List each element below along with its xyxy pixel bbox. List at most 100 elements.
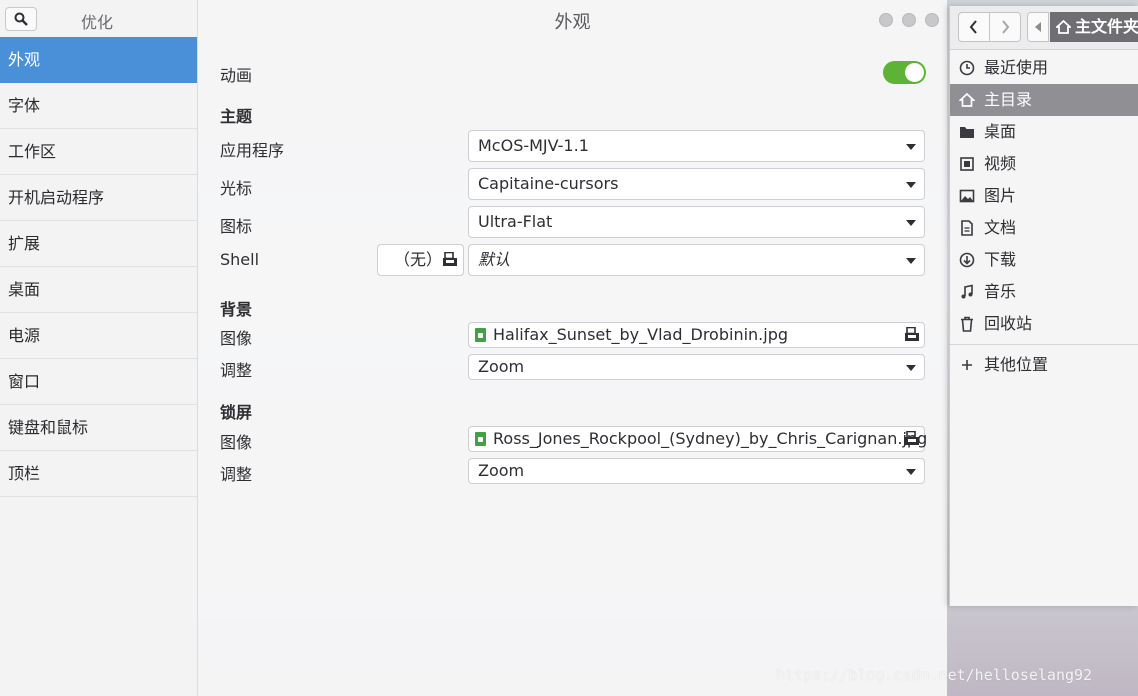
sidebar-item-power[interactable]: 电源 bbox=[0, 313, 197, 359]
place-videos[interactable]: 视频 bbox=[950, 148, 1138, 180]
place-documents[interactable]: 文档 bbox=[950, 212, 1138, 244]
icon-theme-label: 图标 bbox=[220, 217, 253, 236]
lockscreen-image-label: 图像 bbox=[220, 433, 253, 452]
clock-icon bbox=[959, 60, 975, 76]
maximize-button[interactable] bbox=[902, 13, 916, 27]
forward-button[interactable] bbox=[989, 12, 1021, 42]
place-other-locations[interactable]: 其他位置 bbox=[950, 349, 1138, 381]
document-open-icon bbox=[443, 252, 457, 266]
background-heading: 背景 bbox=[220, 300, 253, 319]
place-label: 下载 bbox=[984, 250, 1017, 269]
app-theme-select[interactable]: McOS-MJV-1.1 bbox=[468, 130, 925, 162]
download-icon bbox=[959, 252, 975, 268]
place-label: 音乐 bbox=[984, 282, 1017, 301]
back-button[interactable] bbox=[958, 12, 990, 42]
shell-theme-value: 默认 bbox=[478, 250, 511, 269]
app-theme-label: 应用程序 bbox=[220, 141, 285, 160]
chevron-down-icon bbox=[906, 258, 916, 264]
watermark: https://blog.csdn.net/helloselang92 bbox=[776, 666, 1093, 684]
sidebar-item-fonts[interactable]: 字体 bbox=[0, 83, 197, 129]
background-image-label: 图像 bbox=[220, 329, 253, 348]
sidebar-item-appearance[interactable]: 外观 bbox=[0, 37, 197, 83]
lockscreen-heading: 锁屏 bbox=[220, 403, 253, 422]
background-adjust-select[interactable]: Zoom bbox=[468, 354, 925, 380]
theme-heading: 主题 bbox=[220, 107, 253, 126]
background-adjust-value: Zoom bbox=[478, 357, 525, 376]
background-adjust-label: 调整 bbox=[220, 361, 253, 380]
sidebar-header: 优化 bbox=[0, 0, 197, 37]
place-label: 图片 bbox=[984, 186, 1017, 205]
sidebar-item-startup-apps[interactable]: 开机启动程序 bbox=[0, 175, 197, 221]
search-button[interactable] bbox=[5, 7, 37, 31]
document-open-icon bbox=[905, 431, 919, 445]
film-icon bbox=[960, 157, 974, 171]
path-home-button[interactable]: 主文件夹 bbox=[1050, 12, 1138, 42]
sidebar-item-keyboard-mouse[interactable]: 键盘和鼠标 bbox=[0, 405, 197, 451]
sidebar-item-extensions[interactable]: 扩展 bbox=[0, 221, 197, 267]
sidebar-item-desktop[interactable]: 桌面 bbox=[0, 267, 197, 313]
lockscreen-image-value: Ross_Jones_Rockpool_(Sydney)_by_Chris_Ca… bbox=[493, 429, 928, 448]
place-label: 其他位置 bbox=[984, 355, 1049, 374]
image-file-icon bbox=[475, 328, 486, 342]
path-home-label: 主文件夹 bbox=[1075, 17, 1138, 36]
animation-toggle[interactable] bbox=[883, 61, 926, 84]
chevron-down-icon bbox=[906, 469, 916, 475]
place-pictures[interactable]: 图片 bbox=[950, 180, 1138, 212]
close-button[interactable] bbox=[925, 13, 939, 27]
appearance-panel: 外观 动画 主题 应用程序 McOS-MJV-1.1 光标 Capitaine-… bbox=[198, 0, 947, 696]
background-image-value: Halifax_Sunset_by_Vlad_Drobinin.jpg bbox=[493, 325, 789, 344]
sidebar-item-top-bar[interactable]: 顶栏 bbox=[0, 451, 197, 497]
place-music[interactable]: 音乐 bbox=[950, 276, 1138, 308]
sidebar-item-windows[interactable]: 窗口 bbox=[0, 359, 197, 405]
sidebar-item-workspaces[interactable]: 工作区 bbox=[0, 129, 197, 175]
shell-theme-file-button[interactable]: （无） bbox=[377, 244, 464, 276]
lockscreen-image-button[interactable]: Ross_Jones_Rockpool_(Sydney)_by_Chris_Ca… bbox=[468, 426, 928, 452]
shell-none-label: （无） bbox=[394, 250, 443, 269]
window-controls bbox=[879, 13, 939, 27]
chevron-down-icon bbox=[906, 144, 916, 150]
place-trash[interactable]: 回收站 bbox=[950, 308, 1138, 340]
tweaks-window: 优化 外观 字体 工作区 开机启动程序 扩展 桌面 电源 窗口 键盘和鼠标 顶栏… bbox=[0, 0, 947, 696]
chevron-left-icon bbox=[969, 20, 977, 34]
cursor-theme-label: 光标 bbox=[220, 179, 253, 198]
background-image-button[interactable]: Halifax_Sunset_by_Vlad_Drobinin.jpg bbox=[468, 322, 925, 348]
document-open-icon bbox=[905, 327, 919, 341]
window-title: 外观 bbox=[554, 12, 591, 33]
icon-theme-value: Ultra-Flat bbox=[478, 212, 553, 231]
place-label: 视频 bbox=[984, 154, 1017, 173]
toggle-knob bbox=[905, 63, 924, 82]
minimize-button[interactable] bbox=[879, 13, 893, 27]
place-label: 回收站 bbox=[984, 314, 1033, 333]
cursor-theme-select[interactable]: Capitaine-cursors bbox=[468, 168, 925, 200]
places-sidebar: 最近使用 主目录 桌面 视频 图片 文档 下载 音乐 回收站 其他位置 bbox=[950, 52, 1138, 381]
sidebar: 优化 外观 字体 工作区 开机启动程序 扩展 桌面 电源 窗口 键盘和鼠标 顶栏 bbox=[0, 0, 198, 696]
sidebar-title: 优化 bbox=[80, 13, 113, 32]
image-icon bbox=[959, 189, 975, 203]
path-scroll-left-button[interactable] bbox=[1027, 12, 1049, 42]
place-label: 文档 bbox=[984, 218, 1017, 237]
shell-theme-select[interactable]: 默认 bbox=[468, 244, 925, 276]
chevron-down-icon bbox=[906, 220, 916, 226]
search-icon bbox=[14, 12, 28, 26]
chevron-down-icon bbox=[906, 365, 916, 371]
lockscreen-adjust-label: 调整 bbox=[220, 465, 253, 484]
chevron-down-icon bbox=[906, 182, 916, 188]
place-label: 桌面 bbox=[984, 122, 1017, 141]
places-divider bbox=[950, 344, 1138, 345]
place-desktop[interactable]: 桌面 bbox=[950, 116, 1138, 148]
lockscreen-adjust-select[interactable]: Zoom bbox=[468, 458, 925, 484]
place-home[interactable]: 主目录 bbox=[950, 84, 1138, 116]
titlebar: 外观 bbox=[198, 0, 947, 40]
icon-theme-select[interactable]: Ultra-Flat bbox=[468, 206, 925, 238]
place-label: 主目录 bbox=[984, 90, 1033, 109]
cursor-theme-value: Capitaine-cursors bbox=[478, 174, 619, 193]
triangle-left-icon bbox=[1035, 22, 1041, 32]
place-label: 最近使用 bbox=[984, 58, 1049, 77]
place-downloads[interactable]: 下载 bbox=[950, 244, 1138, 276]
plus-icon bbox=[962, 360, 972, 370]
files-headerbar: 主文件夹 bbox=[950, 6, 1138, 50]
home-icon bbox=[1056, 20, 1071, 34]
chevron-right-icon bbox=[1002, 20, 1010, 34]
folder-icon bbox=[960, 127, 974, 138]
place-recent[interactable]: 最近使用 bbox=[950, 52, 1138, 84]
